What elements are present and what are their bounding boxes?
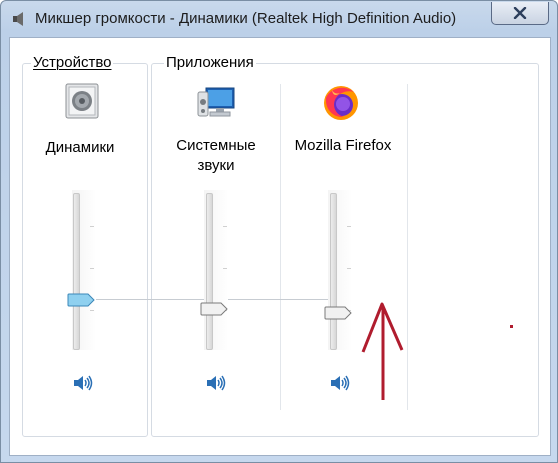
system-sounds-volume-track[interactable] [206,193,213,350]
firefox-volume-thumb[interactable] [324,306,352,320]
device-volume-thumb[interactable] [67,293,95,307]
close-icon [513,7,527,19]
system-sounds-mute-button[interactable] [206,374,228,392]
system-sounds-icon[interactable] [196,84,236,120]
speaker-volume-icon [207,375,226,391]
column-divider [280,84,281,410]
speaker-volume-icon [74,375,93,391]
speaker-device-icon[interactable] [62,81,102,121]
close-button[interactable] [491,2,549,25]
red-arrow-annotation [361,302,404,400]
slider-tick [90,268,94,269]
device-name: Динамики [45,139,115,156]
mixer-client-area: Устройство Приложения Динамики Системные… [9,37,551,456]
volume-mixer-window: Микшер громкости - Динамики (Realtek Hig… [0,0,558,463]
firefox-icon[interactable] [322,84,360,122]
speaker-title-icon [13,12,23,26]
window-title: Микшер громкости - Динамики (Realtek Hig… [35,10,457,27]
slider-tick [347,226,351,227]
firefox-volume-track[interactable] [330,193,337,350]
title-bar[interactable]: Микшер громкости - Динамики (Realtek Hig… [1,1,557,37]
speaker-volume-icon [331,375,350,391]
slider-tick [223,226,227,227]
app-name-system-sounds-line1: Системные [176,137,256,154]
device-volume-track[interactable] [73,193,80,350]
slider-tick [223,268,227,269]
app-name-firefox: Mozilla Firefox [294,137,392,154]
system-sounds-volume-thumb[interactable] [200,302,228,316]
device-mute-button[interactable] [73,374,95,392]
firefox-mute-button[interactable] [330,374,352,392]
red-dot-annotation [510,325,513,328]
applications-group-label: Приложения [164,54,256,71]
slider-tick [90,310,94,311]
slider-tick [347,268,351,269]
device-group-label: Устройство [31,54,114,71]
app-name-system-sounds-line2: звуки [197,157,235,174]
slider-tick [90,226,94,227]
